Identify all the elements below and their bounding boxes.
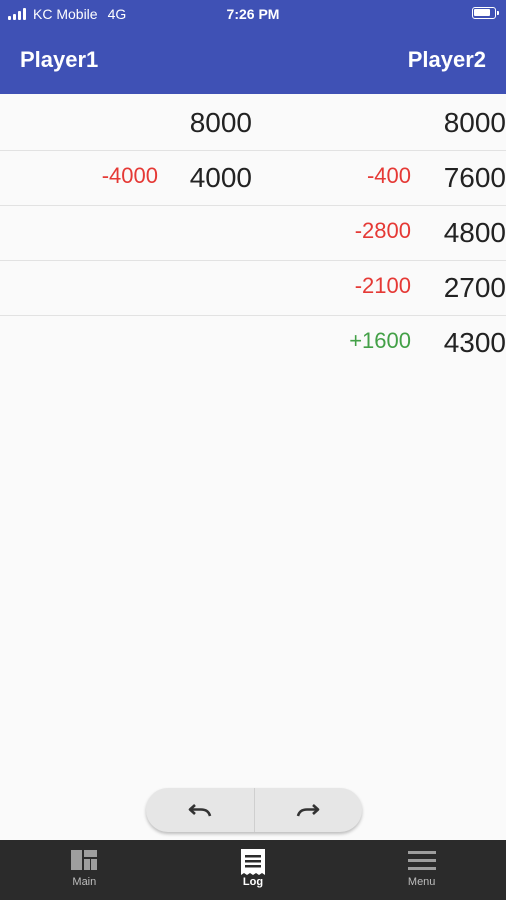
undo-redo-control: [146, 788, 362, 832]
p2-delta: -2100: [354, 273, 411, 298]
bottom-nav: Main Log Menu: [0, 840, 506, 900]
p2-score: 2700: [443, 272, 506, 303]
p1-score: 8000: [189, 107, 252, 138]
p2-delta: -400: [366, 163, 411, 188]
redo-button[interactable]: [253, 788, 363, 832]
log-row: -2800 4800: [0, 206, 506, 261]
log-row: +1600 4300: [0, 316, 506, 371]
battery-icon: [472, 7, 499, 19]
app-header: KC Mobile 4G 7:26 PM Player1 Player2: [0, 0, 506, 94]
nav-item-main[interactable]: Main: [0, 840, 169, 900]
undo-button[interactable]: [146, 788, 254, 832]
redo-icon: [296, 804, 320, 817]
player2-name[interactable]: Player2: [408, 47, 486, 73]
undo-icon: [188, 804, 212, 817]
nav-label-menu: Menu: [407, 876, 436, 888]
score-log: 8000 8000 -4000 4000 -400 7600 -2800 480…: [0, 96, 506, 371]
battery-fill: [474, 9, 491, 16]
p2-score: 7600: [443, 162, 506, 193]
dashboard-icon: [71, 850, 98, 870]
status-time: 7:26 PM: [226, 6, 280, 22]
menu-icon: [407, 851, 436, 870]
nav-label-main: Main: [72, 876, 97, 888]
p2-score: 4800: [443, 217, 506, 248]
log-row: -2100 2700: [0, 261, 506, 316]
p2-delta: +1600: [349, 328, 411, 353]
log-row: 8000 8000: [0, 96, 506, 151]
nav-label-log: Log: [242, 876, 264, 888]
nav-item-menu[interactable]: Menu: [337, 840, 506, 900]
p1-delta: -4000: [101, 163, 158, 188]
p2-score: 4300: [443, 327, 506, 358]
nav-item-log[interactable]: Log: [169, 840, 338, 900]
log-row: -4000 4000 -400 7600: [0, 151, 506, 206]
player1-name[interactable]: Player1: [20, 47, 98, 73]
p2-delta: -2800: [354, 218, 411, 243]
status-bar: KC Mobile 4G 7:26 PM: [0, 0, 506, 28]
p1-score: 4000: [189, 162, 252, 193]
log-icon: [241, 849, 265, 875]
p2-score: 8000: [443, 107, 506, 138]
